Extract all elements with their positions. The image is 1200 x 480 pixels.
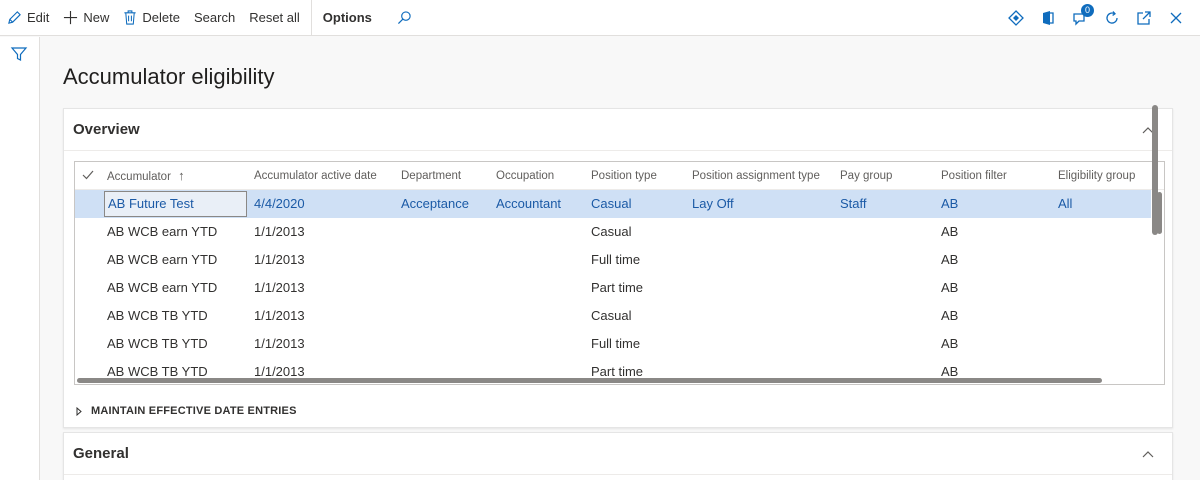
cell-accumulator[interactable]: AB Future Test xyxy=(104,191,247,217)
action-bar: Edit New Delete Search Reset all Options… xyxy=(0,0,1200,36)
cell-position-type[interactable]: Part time xyxy=(591,274,643,302)
delete-button[interactable]: Delete xyxy=(116,0,187,36)
column-header-pay-group[interactable]: Pay group xyxy=(840,162,892,190)
grid-horizontal-scrollbar[interactable] xyxy=(77,378,1102,383)
cell-position-type[interactable]: Full time xyxy=(591,246,640,274)
page-vertical-scrollbar[interactable] xyxy=(1152,105,1158,235)
general-card: General xyxy=(63,432,1173,480)
notifications-icon[interactable]: 0 xyxy=(1064,0,1096,36)
toolbar-divider xyxy=(310,0,312,36)
cell-position-filter[interactable]: AB xyxy=(941,190,958,218)
cell-position-filter[interactable]: AB xyxy=(941,274,958,302)
left-rail xyxy=(0,37,40,480)
cell-eligibility-group[interactable]: All xyxy=(1058,190,1072,218)
maintain-effective-date-entries-toggle[interactable]: MAINTAIN EFFECTIVE DATE ENTRIES xyxy=(76,405,297,417)
table-row[interactable]: AB WCB earn YTD 1/1/2013 Part time AB xyxy=(75,274,1151,302)
overview-title: Overview xyxy=(73,121,140,138)
column-header-position-assignment-type[interactable]: Position assignment type xyxy=(692,162,820,190)
select-all-checkmark-icon[interactable] xyxy=(81,168,95,182)
cell-position-type[interactable]: Casual xyxy=(591,190,631,218)
cell-position-type[interactable]: Casual xyxy=(591,302,631,330)
cell-pay-group[interactable]: Staff xyxy=(840,190,867,218)
column-header-eligibility-group[interactable]: Eligibility group xyxy=(1058,162,1135,190)
reset-all-button[interactable]: Reset all xyxy=(242,0,307,36)
cell-assignment-type[interactable]: Lay Off xyxy=(692,190,734,218)
chevron-up-icon[interactable] xyxy=(1133,115,1163,145)
column-header-label: Accumulator xyxy=(107,171,171,183)
column-header-active-date[interactable]: Accumulator active date xyxy=(254,162,377,190)
pencil-icon xyxy=(8,11,21,24)
column-header-position-filter[interactable]: Position filter xyxy=(941,162,1007,190)
cell-position-filter[interactable]: AB xyxy=(941,246,958,274)
cell-accumulator[interactable]: AB WCB earn YTD xyxy=(107,246,217,274)
grid-header: Accumulator ↑ Accumulator active date De… xyxy=(75,162,1164,190)
cell-active-date[interactable]: 1/1/2013 xyxy=(254,218,305,246)
cell-position-filter[interactable]: AB xyxy=(941,302,958,330)
office-icon[interactable] xyxy=(1032,0,1064,36)
edit-button-label: Edit xyxy=(27,10,50,25)
accumulator-grid[interactable]: Accumulator ↑ Accumulator active date De… xyxy=(74,161,1165,385)
column-header-accumulator[interactable]: Accumulator ↑ xyxy=(107,162,185,190)
general-title: General xyxy=(73,445,129,462)
table-row[interactable]: AB WCB TB YTD 1/1/2013 Full time AB xyxy=(75,330,1151,358)
cell-accumulator[interactable]: AB WCB earn YTD xyxy=(107,274,217,302)
new-button[interactable]: New xyxy=(56,0,116,36)
column-header-occupation[interactable]: Occupation xyxy=(496,162,554,190)
cell-position-filter[interactable]: AB xyxy=(941,330,958,358)
filter-icon[interactable] xyxy=(10,45,28,63)
grid-horizontal-scrollbar-track xyxy=(75,376,1164,384)
column-header-position-type[interactable]: Position type xyxy=(591,162,657,190)
refresh-icon[interactable] xyxy=(1096,0,1128,36)
caret-right-icon xyxy=(76,406,82,416)
notification-badge: 0 xyxy=(1081,4,1094,17)
table-row[interactable]: AB WCB earn YTD 1/1/2013 Casual AB xyxy=(75,218,1151,246)
cell-active-date[interactable]: 1/1/2013 xyxy=(254,330,305,358)
plus-icon xyxy=(64,10,78,25)
cell-position-filter[interactable]: AB xyxy=(941,218,958,246)
overview-card: Overview Accumulator ↑ Accumulator activ… xyxy=(63,108,1173,428)
trash-icon xyxy=(124,10,137,25)
overview-header[interactable]: Overview xyxy=(64,109,1172,151)
cell-accumulator[interactable]: AB WCB TB YTD xyxy=(107,302,208,330)
reset-all-button-label: Reset all xyxy=(249,10,300,25)
cell-position-type[interactable]: Full time xyxy=(591,330,640,358)
search-button-label: Search xyxy=(194,10,236,25)
close-icon[interactable] xyxy=(1160,0,1192,36)
cell-accumulator[interactable]: AB WCB TB YTD xyxy=(107,330,208,358)
new-button-label: New xyxy=(83,10,110,25)
options-tab[interactable]: Options xyxy=(316,0,379,36)
find-button[interactable] xyxy=(379,0,424,36)
table-row[interactable]: AB WCB TB YTD 1/1/2013 Casual AB xyxy=(75,302,1151,330)
page-title: Accumulator eligibility xyxy=(63,64,275,89)
search-button[interactable]: Search xyxy=(187,0,242,36)
cell-active-date[interactable]: 1/1/2013 xyxy=(254,246,305,274)
table-row[interactable]: AB Future Test 4/4/2020 Acceptance Accou… xyxy=(75,190,1151,218)
column-header-department[interactable]: Department xyxy=(401,162,461,190)
cell-accumulator[interactable]: AB WCB earn YTD xyxy=(107,218,217,246)
cell-active-date[interactable]: 1/1/2013 xyxy=(254,302,305,330)
options-tab-label: Options xyxy=(322,10,372,25)
cell-department[interactable]: Acceptance xyxy=(401,190,469,218)
search-icon xyxy=(397,11,411,25)
sort-arrow-icon: ↑ xyxy=(178,168,185,183)
delete-button-label: Delete xyxy=(142,10,180,25)
edit-button[interactable]: Edit xyxy=(0,0,56,36)
general-header[interactable]: General xyxy=(64,433,1172,475)
subsection-label: MAINTAIN EFFECTIVE DATE ENTRIES xyxy=(91,405,297,417)
cell-occupation[interactable]: Accountant xyxy=(496,190,561,218)
diamond-icon[interactable] xyxy=(1000,0,1032,36)
cell-position-type[interactable]: Casual xyxy=(591,218,631,246)
cell-active-date[interactable]: 4/4/2020 xyxy=(254,190,305,218)
open-new-window-icon[interactable] xyxy=(1128,0,1160,36)
chevron-up-icon[interactable] xyxy=(1133,439,1163,469)
table-row[interactable]: AB WCB earn YTD 1/1/2013 Full time AB xyxy=(75,246,1151,274)
cell-active-date[interactable]: 1/1/2013 xyxy=(254,274,305,302)
